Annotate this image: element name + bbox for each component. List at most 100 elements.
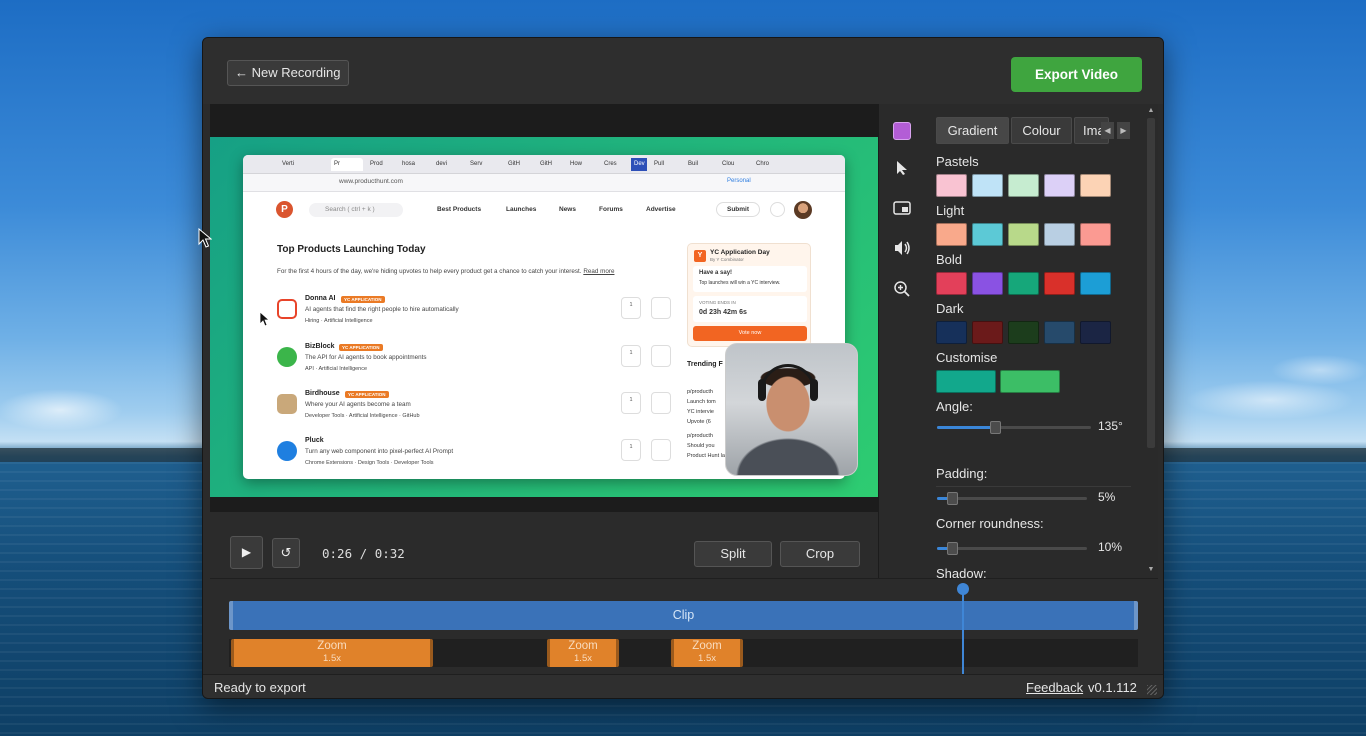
producthunt-logo: P xyxy=(276,201,293,218)
zoom-label: Zoom xyxy=(317,640,347,652)
product-description: The API for AI agents to book appointmen… xyxy=(305,354,427,361)
background-tool-icon[interactable] xyxy=(893,122,911,140)
camera-layout-icon[interactable] xyxy=(891,200,913,222)
color-swatch[interactable] xyxy=(1080,272,1111,295)
tab-gradient[interactable]: Gradient xyxy=(936,117,1009,144)
zoom-label: Zoom xyxy=(568,640,598,652)
zoom-icon[interactable] xyxy=(891,280,913,302)
product-name: Birdhouse xyxy=(305,390,340,397)
tab-scroll-right-icon[interactable]: ▶ xyxy=(1117,122,1130,139)
upvote-button xyxy=(651,392,671,414)
clip-track[interactable]: Clip xyxy=(229,601,1138,630)
color-swatch[interactable] xyxy=(1008,223,1039,246)
headphones-band xyxy=(760,364,816,392)
tab-colour[interactable]: Colour xyxy=(1011,117,1072,144)
producthunt-nav-item: News xyxy=(559,206,576,213)
color-swatch[interactable] xyxy=(1080,321,1111,344)
section-divider xyxy=(936,486,1131,487)
transport-bar: ▶ ↺ 0:26 / 0:32 Split Crop xyxy=(210,512,878,578)
product-badge: YC APPLICATION xyxy=(339,344,383,351)
upvote-button xyxy=(651,439,671,461)
playhead-handle[interactable] xyxy=(957,583,969,595)
split-button[interactable]: Split xyxy=(694,541,772,567)
tab-scroll-left-icon[interactable]: ◀ xyxy=(1101,122,1114,139)
zoom-label: Zoom xyxy=(692,640,722,652)
browser-tab: GitH xyxy=(540,161,552,167)
comment-count: 1 xyxy=(621,392,641,414)
play-button[interactable]: ▶ xyxy=(230,536,263,569)
product-tags: Developer Tools · Artificial Intelligenc… xyxy=(305,413,420,419)
color-swatch[interactable] xyxy=(936,223,967,246)
playhead-line[interactable] xyxy=(962,589,964,675)
time-readout: 0:26 / 0:32 xyxy=(322,546,405,561)
padding-slider-handle[interactable] xyxy=(947,492,958,505)
color-swatch[interactable] xyxy=(1000,370,1060,393)
color-swatch[interactable] xyxy=(1044,272,1075,295)
zoom-segment[interactable]: Zoom 1.5x xyxy=(671,639,743,667)
browser-tab: devi xyxy=(436,161,448,167)
color-swatch[interactable] xyxy=(1008,321,1039,344)
product-name: BizBlock xyxy=(305,343,335,350)
color-swatch[interactable] xyxy=(1080,223,1111,246)
zoom-segment[interactable]: Zoom 1.5x xyxy=(231,639,433,667)
browser-tab: How xyxy=(570,161,583,167)
settings-scrollbar[interactable]: ▲ ▼ xyxy=(1144,104,1158,578)
time-separator: / xyxy=(359,546,368,561)
timeline: Clip Zoom 1.5x Zoom 1.5x Zoom 1.5x xyxy=(210,578,1158,675)
producthunt-nav-item: Best Products xyxy=(437,206,482,213)
scroll-thumb[interactable] xyxy=(1147,118,1155,448)
feedback-link[interactable]: Feedback xyxy=(1026,680,1083,695)
color-swatch[interactable] xyxy=(936,321,967,344)
browser-tab: Verti xyxy=(282,161,295,167)
product-logo xyxy=(277,299,297,319)
color-swatch[interactable] xyxy=(936,370,996,393)
resize-grip-icon[interactable] xyxy=(1147,685,1157,695)
color-swatch[interactable] xyxy=(936,272,967,295)
padding-slider[interactable] xyxy=(937,492,1087,505)
color-swatch[interactable] xyxy=(1080,174,1111,197)
app-header: ← New Recording Export Video xyxy=(203,38,1163,104)
color-swatch[interactable] xyxy=(972,321,1003,344)
producthunt-nav-item: Advertise xyxy=(646,206,676,213)
color-swatch[interactable] xyxy=(936,174,967,197)
zoom-track[interactable]: Zoom 1.5x Zoom 1.5x Zoom 1.5x xyxy=(229,639,1138,667)
scroll-up-icon[interactable]: ▲ xyxy=(1146,106,1156,116)
browser-tab: Serv xyxy=(470,161,483,167)
zoom-value: 1.5x xyxy=(574,653,592,664)
color-swatch[interactable] xyxy=(972,174,1003,197)
color-swatch[interactable] xyxy=(1044,174,1075,197)
producthunt-subheading: For the first 4 hours of the day, we're … xyxy=(277,268,677,275)
color-swatch[interactable] xyxy=(1008,272,1039,295)
settings-panel: Gradient Colour Ima ◀ ▶ Pastels Light Bo… xyxy=(878,104,1158,581)
yc-countdown-box: VOTING ENDS IN 0d 23h 42m 6s xyxy=(693,296,807,322)
version-label: v0.1.112 xyxy=(1088,680,1137,695)
scroll-down-icon[interactable]: ▼ xyxy=(1146,565,1156,575)
webcam-overlay[interactable] xyxy=(725,343,858,476)
color-swatch[interactable] xyxy=(972,223,1003,246)
color-swatch[interactable] xyxy=(1008,174,1039,197)
comment-count: 1 xyxy=(621,345,641,367)
product-item: Birdhouse YC APPLICATION Where your AI a… xyxy=(277,390,677,430)
restart-button[interactable]: ↺ xyxy=(272,538,300,568)
color-swatch[interactable] xyxy=(1044,223,1075,246)
angle-slider[interactable] xyxy=(937,421,1091,434)
producthunt-search: Search ( ctrl + k ) xyxy=(309,203,403,217)
zoom-segment[interactable]: Zoom 1.5x xyxy=(547,639,619,667)
cursor-tool-icon[interactable] xyxy=(891,160,913,182)
audio-icon[interactable] xyxy=(891,240,913,262)
color-swatch[interactable] xyxy=(972,272,1003,295)
status-text: Ready to export xyxy=(214,680,306,695)
crop-button[interactable]: Crop xyxy=(780,541,860,567)
color-swatch[interactable] xyxy=(1044,321,1075,344)
bold-label: Bold xyxy=(936,252,963,267)
browser-tab: Dev xyxy=(631,158,647,171)
product-description: Turn any web component into pixel-perfec… xyxy=(305,448,454,455)
export-video-button[interactable]: Export Video xyxy=(1011,57,1142,92)
read-more-link: Read more xyxy=(583,268,615,275)
angle-slider-handle[interactable] xyxy=(990,421,1001,434)
recorded-cursor-icon xyxy=(259,311,269,327)
corner-slider-handle[interactable] xyxy=(947,542,958,555)
browser-url-bar: www.producthunt.com Personal xyxy=(243,174,845,192)
new-recording-button[interactable]: ← New Recording xyxy=(227,60,349,86)
corner-roundness-slider[interactable] xyxy=(937,542,1087,555)
